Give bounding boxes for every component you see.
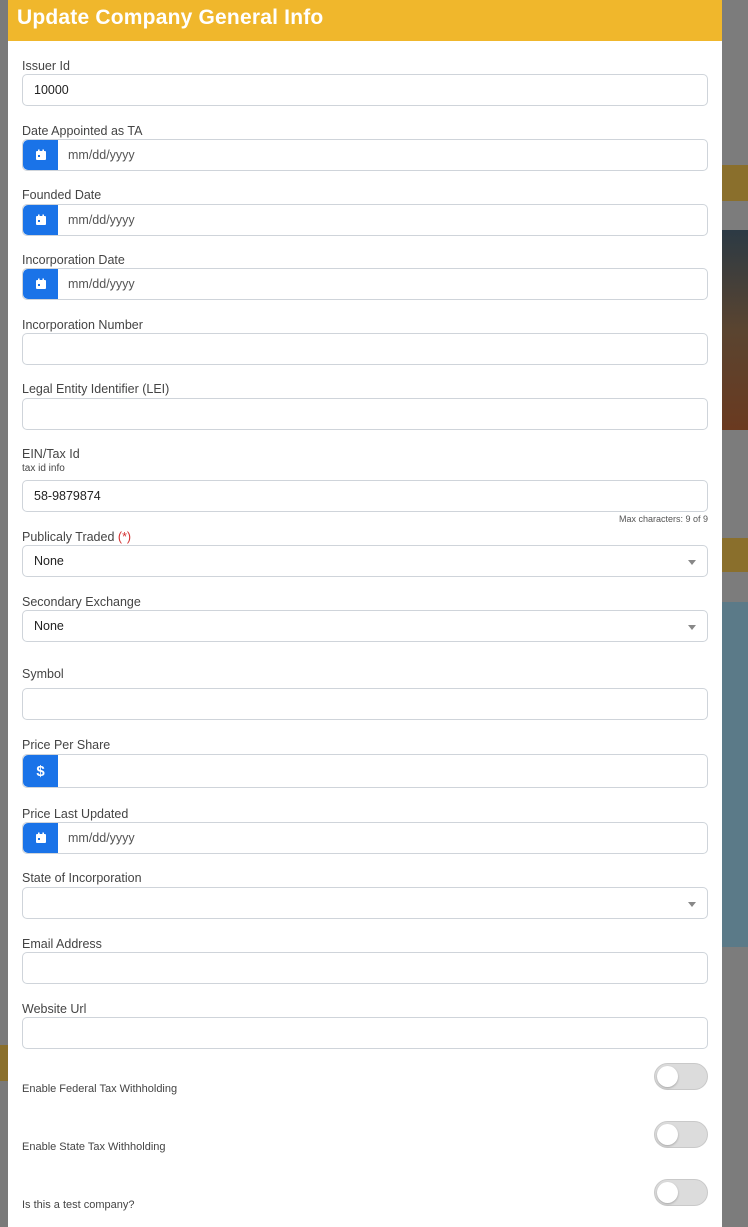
- ein-input[interactable]: 58-9879874: [22, 480, 708, 512]
- ein-label: EIN/Tax Id: [22, 447, 80, 461]
- test-company-label: Is this a test company?: [22, 1199, 135, 1211]
- founded-date-input[interactable]: mm/dd/yyyy: [22, 204, 708, 236]
- state-tax-toggle-row: Enable State Tax Withholding: [22, 1120, 708, 1160]
- issuer-id-value: 10000: [34, 83, 69, 97]
- state-tax-label: Enable State Tax Withholding: [22, 1141, 166, 1153]
- state-tax-toggle[interactable]: [654, 1121, 708, 1148]
- secondary-exchange-value: None: [34, 619, 64, 633]
- founded-date-label: Founded Date: [22, 188, 102, 202]
- toggle-knob: [657, 1124, 678, 1145]
- date-appointed-input[interactable]: mm/dd/yyyy: [22, 139, 708, 171]
- background-left-edge: [0, 0, 8, 1227]
- website-label: Website Url: [22, 1002, 87, 1016]
- federal-tax-label: Enable Federal Tax Withholding: [22, 1083, 178, 1095]
- issuer-id-label: Issuer Id: [22, 59, 70, 73]
- background-header-band: [722, 538, 748, 572]
- publicly-traded-select[interactable]: None: [22, 545, 708, 577]
- publicly-traded-label-text: Publicaly Traded: [22, 530, 115, 544]
- update-company-modal: Update Company General Info Issuer Id 10…: [8, 0, 722, 1227]
- price-per-share-label: Price Per Share: [22, 738, 111, 752]
- dollar-addon-text: $: [36, 762, 45, 780]
- incorporation-date-field: Incorporation Date mm/dd/yyyy: [22, 253, 708, 300]
- incorporation-date-label: Incorporation Date: [22, 253, 125, 267]
- secondary-exchange-select[interactable]: None: [22, 610, 708, 642]
- price-per-share-input[interactable]: $: [22, 754, 708, 788]
- lei-input[interactable]: [22, 398, 708, 430]
- state-of-incorporation-label: State of Incorporation: [22, 871, 142, 885]
- founded-date-field: Founded Date mm/dd/yyyy: [22, 188, 708, 236]
- publicly-traded-label: Publicaly Traded (*): [22, 530, 708, 544]
- email-label: Email Address: [22, 937, 102, 951]
- website-field: Website Url: [22, 1002, 708, 1049]
- ein-hint: tax id info: [22, 463, 65, 474]
- federal-tax-toggle[interactable]: [654, 1063, 708, 1090]
- date-appointed-label: Date Appointed as TA: [22, 124, 143, 138]
- email-field: Email Address: [22, 937, 708, 984]
- website-input[interactable]: [22, 1017, 708, 1049]
- incorporation-number-field: Incorporation Number: [22, 318, 708, 365]
- calendar-icon[interactable]: [23, 269, 58, 299]
- background-header-band: [722, 165, 748, 201]
- toggle-knob: [657, 1182, 678, 1203]
- required-mark: (*): [117, 530, 132, 544]
- background-panel: [722, 602, 748, 947]
- date-appointed-placeholder: mm/dd/yyyy: [68, 148, 135, 162]
- publicly-traded-value: None: [34, 554, 64, 568]
- symbol-input[interactable]: [22, 688, 708, 720]
- test-company-toggle[interactable]: [654, 1179, 708, 1206]
- ein-field: EIN/Tax Id tax id info 58-9879874 Max ch…: [22, 447, 708, 524]
- federal-tax-toggle-row: Enable Federal Tax Withholding: [22, 1062, 708, 1102]
- symbol-field: Symbol: [22, 667, 708, 720]
- background-header-band: [0, 1045, 8, 1081]
- publicly-traded-field: Publicaly Traded (*) None: [22, 530, 708, 577]
- price-last-updated-label: Price Last Updated: [22, 807, 129, 821]
- lei-field: Legal Entity Identifier (LEI): [22, 382, 708, 430]
- date-appointed-field: Date Appointed as TA mm/dd/yyyy: [22, 124, 708, 171]
- modal-title: Update Company General Info: [17, 6, 324, 29]
- chevron-down-icon: [688, 902, 696, 907]
- symbol-label: Symbol: [22, 667, 64, 681]
- issuer-id-input[interactable]: 10000: [22, 74, 708, 106]
- calendar-icon[interactable]: [23, 205, 58, 235]
- ein-char-counter: Max characters: 9 of 9: [618, 514, 708, 524]
- incorporation-number-input[interactable]: [22, 333, 708, 365]
- state-of-incorporation-field: State of Incorporation: [22, 871, 708, 919]
- toggle-knob: [657, 1066, 678, 1087]
- calendar-icon[interactable]: [23, 140, 58, 170]
- founded-date-placeholder: mm/dd/yyyy: [68, 213, 135, 227]
- price-last-updated-placeholder: mm/dd/yyyy: [68, 831, 135, 845]
- lei-label: Legal Entity Identifier (LEI): [22, 382, 170, 396]
- price-last-updated-field: Price Last Updated mm/dd/yyyy: [22, 807, 708, 854]
- dollar-icon: $: [23, 755, 58, 787]
- chevron-down-icon: [688, 560, 696, 565]
- test-company-toggle-row: Is this a test company?: [22, 1178, 708, 1218]
- chevron-down-icon: [688, 625, 696, 630]
- background-image: [722, 230, 748, 430]
- ein-value: 58-9879874: [34, 489, 101, 503]
- secondary-exchange-label: Secondary Exchange: [22, 595, 141, 609]
- calendar-icon[interactable]: [23, 823, 58, 853]
- state-of-incorporation-select[interactable]: [22, 887, 708, 919]
- price-per-share-field: Price Per Share $: [22, 738, 708, 788]
- incorporation-number-label: Incorporation Number: [22, 318, 143, 332]
- incorporation-date-input[interactable]: mm/dd/yyyy: [22, 268, 708, 300]
- modal-header: Update Company General Info: [8, 0, 722, 41]
- issuer-id-field: Issuer Id 10000: [22, 59, 708, 106]
- secondary-exchange-field: Secondary Exchange None: [22, 595, 708, 642]
- email-input[interactable]: [22, 952, 708, 984]
- incorporation-date-placeholder: mm/dd/yyyy: [68, 277, 135, 291]
- price-last-updated-input[interactable]: mm/dd/yyyy: [22, 822, 708, 854]
